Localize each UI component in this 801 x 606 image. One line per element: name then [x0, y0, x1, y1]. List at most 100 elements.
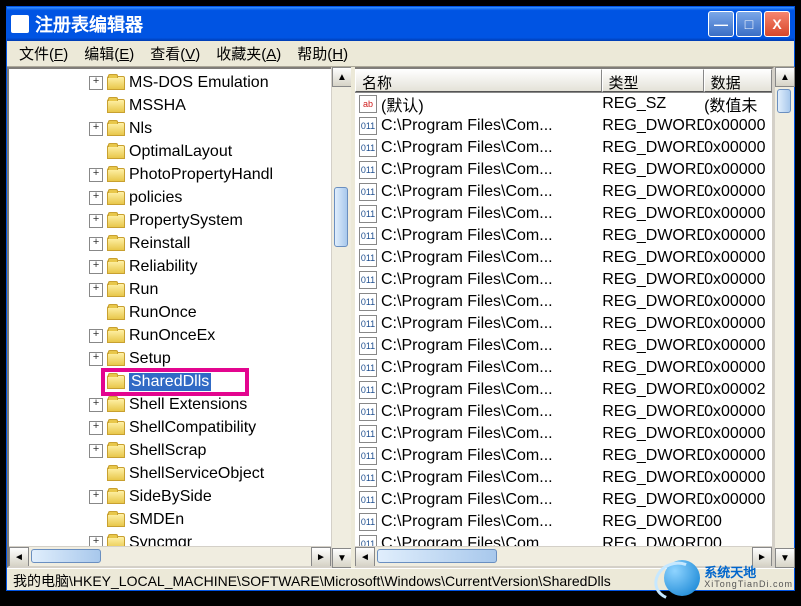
- tree-item-run[interactable]: +Run: [9, 278, 331, 301]
- menu-edit[interactable]: 编辑(E): [76, 41, 142, 66]
- scroll-left-button[interactable]: ◄: [355, 547, 375, 567]
- expand-icon[interactable]: +: [89, 122, 103, 136]
- expand-icon[interactable]: +: [89, 490, 103, 504]
- tree-item-sidebyside[interactable]: +SideBySide: [9, 485, 331, 508]
- menu-file[interactable]: 文件(F): [11, 41, 76, 66]
- expand-icon[interactable]: +: [89, 444, 103, 458]
- scroll-down-button[interactable]: ▼: [332, 548, 352, 568]
- scroll-up-button[interactable]: ▲: [332, 67, 352, 87]
- expand-icon[interactable]: +: [89, 329, 103, 343]
- tree-item-shell-extensions[interactable]: + Shell Extensions: [9, 393, 331, 416]
- expand-icon[interactable]: +: [89, 421, 103, 435]
- tree-item-setup[interactable]: +Setup: [9, 347, 331, 370]
- tree-item-mssha[interactable]: MSSHA: [9, 94, 331, 117]
- value-row[interactable]: 011C:\Program Files\Com...REG_DWORD0x000…: [355, 445, 772, 467]
- tree-hscroll-thumb[interactable]: [31, 549, 101, 563]
- value-row[interactable]: 011C:\Program Files\Com...REG_DWORD0x000…: [355, 269, 772, 291]
- value-data: 0x00000: [704, 337, 772, 355]
- folder-icon: [107, 536, 125, 547]
- expand-icon[interactable]: +: [89, 191, 103, 205]
- expand-icon[interactable]: +: [89, 352, 103, 366]
- titlebar[interactable]: 注册表编辑器 — □ X: [7, 7, 794, 41]
- value-row[interactable]: 011C:\Program Files\Com...REG_DWORD0x000…: [355, 423, 772, 445]
- value-type: REG_DWORD: [602, 337, 704, 355]
- tree-item-propertysystem[interactable]: + PropertySystem: [9, 209, 331, 232]
- tree-item-shellcompatibility[interactable]: +ShellCompatibility: [9, 416, 331, 439]
- value-row[interactable]: 011C:\Program Files\Com...REG_DWORD0x000…: [355, 247, 772, 269]
- menu-favorites[interactable]: 收藏夹(A): [208, 41, 289, 66]
- tree-item-reinstall[interactable]: +Reinstall: [9, 232, 331, 255]
- tree-item-policies[interactable]: +policies: [9, 186, 331, 209]
- column-name[interactable]: 名称: [355, 69, 602, 92]
- value-row[interactable]: 011C:\Program Files\Com...REG_DWORD0x000…: [355, 203, 772, 225]
- value-row[interactable]: 011C:\Program Files\Com...REG_DWORD00: [355, 533, 772, 546]
- tree-label: PhotoPropertyHandl: [129, 166, 273, 184]
- tree-hscroll[interactable]: ◄ ►: [9, 546, 331, 566]
- value-row[interactable]: 011C:\Program Files\Com...REG_DWORD0x000…: [355, 137, 772, 159]
- dword-value-icon: 011: [359, 183, 377, 201]
- value-data: 0x00000: [704, 227, 772, 245]
- expand-icon[interactable]: +: [89, 237, 103, 251]
- value-name: C:\Program Files\Com...: [381, 491, 553, 509]
- maximize-button[interactable]: □: [736, 11, 762, 37]
- expand-icon[interactable]: +: [89, 76, 103, 90]
- tree-item-smden[interactable]: SMDEn: [9, 508, 331, 531]
- menu-view[interactable]: 查看(V): [142, 41, 208, 66]
- scroll-up-button[interactable]: ▲: [775, 67, 795, 87]
- folder-icon: [107, 191, 125, 205]
- tree-item-runonce[interactable]: RunOnce: [9, 301, 331, 324]
- value-row[interactable]: 011C:\Program Files\Com...REG_DWORD0x000…: [355, 401, 772, 423]
- value-row[interactable]: 011C:\Program Files\Com...REG_DWORD0x000…: [355, 357, 772, 379]
- tree-item-nls[interactable]: + Nls: [9, 117, 331, 140]
- expand-icon[interactable]: +: [89, 398, 103, 412]
- expand-icon[interactable]: +: [89, 283, 103, 297]
- value-row[interactable]: 011C:\Program Files\Com...REG_DWORD0x000…: [355, 379, 772, 401]
- tree-label: PropertySystem: [129, 212, 243, 230]
- value-row[interactable]: 011C:\Program Files\Com...REG_DWORD0x000…: [355, 291, 772, 313]
- column-data[interactable]: 数据: [704, 69, 772, 92]
- scroll-right-button[interactable]: ►: [311, 547, 331, 567]
- tree-item-shellserviceobject[interactable]: ShellServiceObject: [9, 462, 331, 485]
- value-row[interactable]: 011C:\Program Files\Com...REG_DWORD0x000…: [355, 489, 772, 511]
- list-hscroll-thumb[interactable]: [377, 549, 497, 563]
- value-row[interactable]: 011C:\Program Files\Com...REG_DWORD00: [355, 511, 772, 533]
- value-row[interactable]: 011C:\Program Files\Com...REG_DWORD0x000…: [355, 159, 772, 181]
- value-row[interactable]: 011C:\Program Files\Com...REG_DWORD0x000…: [355, 225, 772, 247]
- value-row[interactable]: 011C:\Program Files\Com...REG_DWORD0x000…: [355, 115, 772, 137]
- dword-value-icon: 011: [359, 535, 377, 546]
- tree-item-syncmgr[interactable]: +Syncmgr: [9, 531, 331, 546]
- tree-item-reliability[interactable]: +Reliability: [9, 255, 331, 278]
- tree-item-ms-dos-emulation[interactable]: +MS-DOS Emulation: [9, 71, 331, 94]
- list-vscroll[interactable]: ▲ ▼: [774, 67, 794, 568]
- tree-label: Nls: [129, 120, 152, 138]
- close-button[interactable]: X: [764, 11, 790, 37]
- tree-item-shareddlls[interactable]: SharedDlls: [9, 370, 331, 393]
- menu-help[interactable]: 帮助(H): [289, 41, 356, 66]
- tree-item-photopropertyhandl[interactable]: + PhotoPropertyHandl: [9, 163, 331, 186]
- value-row[interactable]: 011C:\Program Files\Com...REG_DWORD0x000…: [355, 467, 772, 489]
- expand-icon[interactable]: +: [89, 536, 103, 547]
- expand-icon[interactable]: +: [89, 168, 103, 182]
- value-row[interactable]: 011C:\Program Files\Com...REG_DWORD0x000…: [355, 313, 772, 335]
- scroll-left-button[interactable]: ◄: [9, 547, 29, 567]
- value-type: REG_DWORD: [602, 359, 704, 377]
- tree-vscroll[interactable]: ▲ ▼: [331, 67, 351, 568]
- value-row[interactable]: ab(默认)REG_SZ(数值未: [355, 93, 772, 115]
- window-title: 注册表编辑器: [35, 11, 708, 37]
- value-row[interactable]: 011C:\Program Files\Com...REG_DWORD0x000…: [355, 335, 772, 357]
- tree-item-runonceex[interactable]: +RunOnceEx: [9, 324, 331, 347]
- tree-label: Shell Extensions: [129, 396, 247, 414]
- minimize-button[interactable]: —: [708, 11, 734, 37]
- folder-icon: [107, 329, 125, 343]
- expand-icon[interactable]: +: [89, 260, 103, 274]
- column-type[interactable]: 类型: [602, 69, 704, 92]
- value-row[interactable]: 011C:\Program Files\Com...REG_DWORD0x000…: [355, 181, 772, 203]
- tree-item-shellscrap[interactable]: +ShellScrap: [9, 439, 331, 462]
- expand-icon[interactable]: +: [89, 214, 103, 228]
- list-vscroll-thumb[interactable]: [777, 89, 791, 113]
- folder-icon: [107, 122, 125, 136]
- value-type: REG_SZ: [602, 95, 704, 113]
- tree-item-optimallayout[interactable]: OptimalLayout: [9, 140, 331, 163]
- folder-icon: [107, 444, 125, 458]
- tree-vscroll-thumb[interactable]: [334, 187, 348, 247]
